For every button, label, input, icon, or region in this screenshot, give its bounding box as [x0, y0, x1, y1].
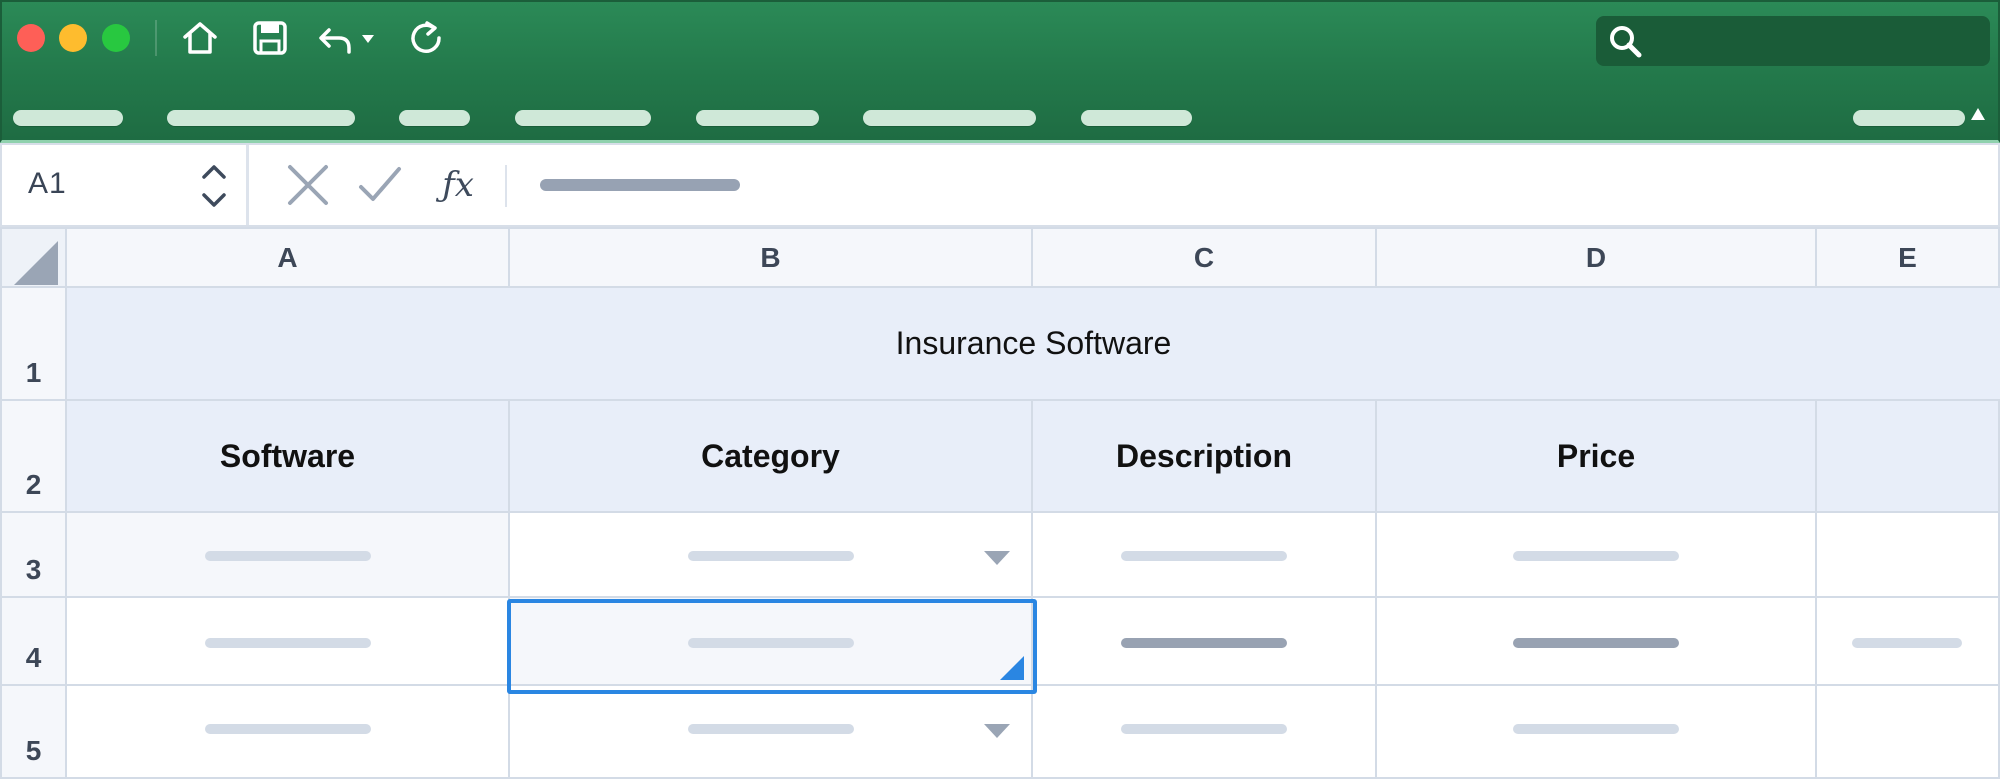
name-box[interactable]: A1: [4, 145, 249, 225]
cell-e3[interactable]: [1817, 513, 2000, 598]
cell-e4[interactable]: [1817, 598, 2000, 686]
cell-placeholder: [1513, 551, 1679, 561]
collapse-ribbon-icon[interactable]: [1971, 108, 1985, 120]
column-label: C: [1193, 241, 1215, 273]
cell-placeholder: [1121, 551, 1287, 561]
cell-a2[interactable]: Software: [67, 401, 510, 513]
column-header-d[interactable]: D: [1377, 227, 1817, 288]
column-label: A: [277, 241, 298, 273]
cell-d3[interactable]: [1377, 513, 1817, 598]
ribbon-tab-2[interactable]: [167, 110, 355, 126]
cell-placeholder: [1121, 638, 1287, 648]
fill-handle[interactable]: [1000, 656, 1024, 680]
sheet-title: Insurance Software: [895, 325, 1172, 361]
column-header-c[interactable]: C: [1033, 227, 1377, 288]
row-label: 1: [25, 357, 42, 388]
name-box-chevron-icon[interactable]: [196, 159, 232, 213]
cancel-icon[interactable]: [284, 161, 332, 209]
dropdown-arrow-icon[interactable]: [984, 551, 1010, 565]
cell-b3[interactable]: [510, 513, 1033, 598]
dropdown-arrow-icon[interactable]: [984, 724, 1010, 738]
undo-icon[interactable]: [315, 16, 381, 60]
search-input[interactable]: [1656, 22, 1976, 60]
cell-placeholder: [688, 638, 854, 648]
row-header-2[interactable]: 2: [0, 401, 67, 513]
cell-e2[interactable]: [1817, 401, 2000, 513]
column-label: E: [1898, 241, 1917, 273]
ribbon-tab-1[interactable]: [13, 110, 123, 126]
cell-placeholder: [1513, 638, 1679, 648]
cell-placeholder: [1121, 724, 1287, 734]
confirm-check-icon[interactable]: [356, 161, 404, 209]
ribbon-tab-4[interactable]: [515, 110, 651, 126]
cell-d4[interactable]: [1377, 598, 1817, 686]
spreadsheet-app: A1 ƒx A B C D E 1 2 3 4 5 Insurance Soft…: [0, 0, 2000, 779]
cell-placeholder: [205, 551, 371, 561]
minimize-window-button[interactable]: [59, 24, 87, 52]
redo-icon[interactable]: [405, 16, 449, 60]
zoom-window-button[interactable]: [102, 24, 130, 52]
cell-c2[interactable]: Description: [1033, 401, 1377, 513]
row-label: 5: [25, 735, 42, 766]
cell-placeholder: [688, 551, 854, 561]
row-header-5[interactable]: 5: [0, 686, 67, 779]
formula-input-content[interactable]: [540, 179, 740, 191]
sheet-title-cell[interactable]: Insurance Software: [67, 288, 2000, 401]
cell-a3[interactable]: [67, 513, 510, 598]
cell-placeholder: [1852, 638, 1962, 648]
cell-b5[interactable]: [510, 686, 1033, 779]
name-box-value: A1: [28, 167, 67, 200]
select-all-triangle-icon: [14, 241, 58, 285]
cell-d2[interactable]: Price: [1377, 401, 1817, 513]
cell-placeholder: [688, 724, 854, 734]
header-price: Price: [1556, 437, 1636, 474]
cell-a5[interactable]: [67, 686, 510, 779]
cell-a4[interactable]: [67, 598, 510, 686]
search-box[interactable]: [1596, 16, 1990, 66]
home-icon[interactable]: [178, 16, 222, 60]
cell-b2[interactable]: Category: [510, 401, 1033, 513]
row-header-4[interactable]: 4: [0, 598, 67, 686]
ribbon-display-options[interactable]: [1853, 110, 1965, 126]
formula-bar-separator: [505, 165, 507, 207]
column-header-b[interactable]: B: [510, 227, 1033, 288]
select-all-button[interactable]: [0, 227, 67, 288]
cell-placeholder: [1513, 724, 1679, 734]
header-description: Description: [1115, 437, 1293, 474]
ribbon-tab-5[interactable]: [696, 110, 819, 126]
header-software: Software: [219, 437, 356, 474]
formula-bar: A1 ƒx: [0, 143, 2000, 227]
row-label: 4: [25, 642, 42, 673]
cell-placeholder: [205, 638, 371, 648]
search-icon: [1608, 24, 1644, 64]
row-header-1[interactable]: 1: [0, 288, 67, 401]
row-header-3[interactable]: 3: [0, 513, 67, 598]
title-bar: [0, 0, 2000, 143]
ribbon-tab-3[interactable]: [399, 110, 470, 126]
fx-label: ƒx: [442, 165, 474, 205]
column-header-a[interactable]: A: [67, 227, 510, 288]
column-label: B: [760, 241, 781, 273]
ribbon-tab-7[interactable]: [1081, 110, 1192, 126]
cell-c4[interactable]: [1033, 598, 1377, 686]
cell-placeholder: [205, 724, 371, 734]
ribbon-tab-6[interactable]: [863, 110, 1036, 126]
cell-e5[interactable]: [1817, 686, 2000, 779]
cell-d5[interactable]: [1377, 686, 1817, 779]
cell-b4[interactable]: [510, 598, 1033, 686]
insert-function-button[interactable]: ƒx: [430, 161, 486, 209]
toolbar-divider: [155, 20, 157, 56]
header-category: Category: [701, 437, 840, 474]
column-label: D: [1585, 241, 1607, 273]
row-label: 3: [25, 554, 42, 585]
cell-c5[interactable]: [1033, 686, 1377, 779]
column-header-e[interactable]: E: [1817, 227, 2000, 288]
worksheet-grid: A B C D E 1 2 3 4 5 Insurance Software S…: [0, 227, 2000, 779]
save-icon[interactable]: [248, 16, 292, 60]
close-window-button[interactable]: [17, 24, 45, 52]
cell-c3[interactable]: [1033, 513, 1377, 598]
row-label: 2: [25, 469, 42, 500]
